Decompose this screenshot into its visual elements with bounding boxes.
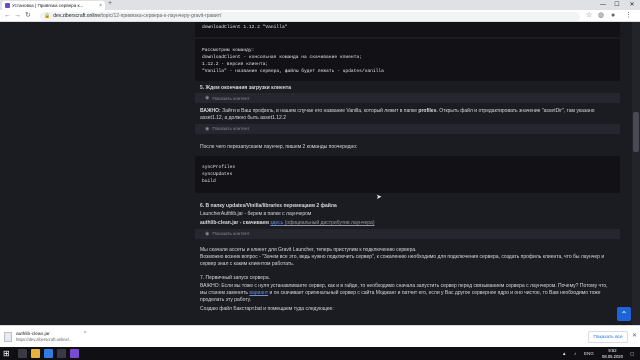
browser-tab-strip: Установка | Привязка сервера к... × + — …: [0, 0, 640, 10]
article-body: downloadClient 1.12.2 "Vanilla" Рассмотр…: [195, 22, 620, 315]
step6-heading: 6. В папку updates/Vinilla/libraries пер…: [200, 203, 337, 210]
eye-icon: ◉: [205, 95, 210, 101]
scrollbar-thumb[interactable]: [633, 112, 639, 152]
scroll-to-top-button[interactable]: ⌃: [617, 307, 631, 321]
bookmark-star-icon[interactable]: ☆: [586, 11, 592, 21]
spoiler-label: Показать контент: [212, 231, 250, 237]
important-note: ВАЖНО: Зайти в Ваш профиль, в нашем случ…: [200, 108, 595, 121]
download-shelf: authlib-clean.jar https://dev.ziberscraf…: [0, 325, 640, 347]
file-explorer-icon[interactable]: [31, 349, 40, 358]
volume-icon[interactable]: ♪: [574, 349, 576, 358]
code-line: build: [202, 179, 216, 185]
language-indicator[interactable]: ENG: [584, 349, 594, 358]
code-line: downloadClient - консольная команда на с…: [202, 55, 362, 60]
download-item[interactable]: authlib-clean.jar https://dev.ziberscraf…: [4, 329, 94, 345]
download-link[interactable]: здесь: [270, 220, 283, 226]
system-clock[interactable]: 9:52 08.05.2020: [602, 348, 623, 359]
page-scrollbar[interactable]: [632, 22, 640, 325]
close-download-shelf-icon[interactable]: ✕: [632, 332, 637, 339]
eye-icon: ◉: [205, 125, 210, 132]
code-block-1: downloadClient 1.12.2 "Vanilla": [195, 22, 620, 37]
forward-arrow-icon[interactable]: →: [14, 11, 21, 21]
web-page: downloadClient 1.12.2 "Vanilla" Рассмотр…: [0, 22, 640, 325]
file-icon: [4, 332, 12, 342]
paragraph-intro: Мы скачали ассеты и клиент для Gravit La…: [200, 246, 605, 267]
eye-icon: ◉: [205, 230, 210, 237]
new-tab-button[interactable]: +: [108, 0, 112, 7]
download-options-caret-icon[interactable]: ^: [84, 331, 86, 337]
reload-icon[interactable]: ↻: [25, 11, 31, 21]
extension-icon[interactable]: ◍: [598, 11, 604, 21]
spoiler-toggle[interactable]: ◉ Показать контент: [195, 123, 620, 134]
code-line: syncProfiles: [202, 165, 236, 171]
step5-heading: 5. Ждем окончания загрузки клиента: [200, 85, 291, 91]
notifications-icon[interactable]: ▢: [630, 349, 634, 358]
spoiler-toggle[interactable]: ◉ Показать контент: [195, 228, 620, 239]
tab-close-icon[interactable]: ×: [99, 3, 102, 9]
browser-tab[interactable]: Установка | Привязка сервера к... ×: [2, 1, 105, 10]
spoiler-label: Показать контент: [212, 95, 250, 101]
tab-title: Установка | Привязка сервера к...: [12, 3, 84, 8]
spoiler-label: Показать контент: [212, 126, 250, 132]
network-icon[interactable]: ▲: [562, 349, 566, 358]
code-block-3: syncProfiles syncUpdates build: [195, 156, 620, 194]
browser-toolbar: ← → ↻ 🔒 dev.ziberscraft.online/topic/12-…: [0, 10, 640, 22]
window-close-button[interactable]: ✕: [625, 0, 639, 10]
address-bar[interactable]: 🔒 dev.ziberscraft.online/topic/12-привяз…: [40, 11, 580, 21]
show-all-downloads-button[interactable]: Показать все: [588, 331, 628, 343]
profile-avatar-icon[interactable]: ●: [611, 11, 615, 21]
window-minimize-button[interactable]: —: [596, 0, 610, 10]
code-line: syncUpdates: [202, 172, 233, 178]
site-favicon-icon: [5, 3, 10, 8]
restart-text: После чего перезапускаем лаунчер, пишем …: [200, 143, 358, 150]
paragraph-important: ВАЖНО: Если вы тоже с нуля устанавливает…: [200, 283, 608, 303]
taskbar-app-icon[interactable]: [57, 349, 66, 358]
spoiler-toggle[interactable]: ◉ Показать контент: [195, 93, 620, 103]
search-icon[interactable]: [18, 349, 27, 358]
code-line: "Vanilla" - название сервера, файлы буде…: [202, 69, 384, 74]
code-block-2: Рассмотрим команду: downloadClient - конс…: [195, 39, 620, 81]
chrome-icon[interactable]: [44, 349, 53, 358]
browser-menu-icon[interactable]: ⋮: [625, 11, 632, 21]
clock-date: 08.05.2020: [602, 353, 623, 359]
windows-start-icon[interactable]: ⊞: [3, 349, 10, 358]
download-file-source: https://dev.ziberscraft.online/...: [16, 337, 73, 342]
mouse-cursor-icon: ➤: [376, 194, 382, 201]
taskbar-app-icon[interactable]: [70, 349, 79, 358]
code-line: 1.12.2 - версия клиента;: [202, 62, 269, 67]
code-line: downloadClient 1.12.2 "Vanilla": [202, 25, 288, 30]
variant-link[interactable]: вариант: [249, 290, 268, 296]
step7-heading: 7. Первичный запуск сервера.: [200, 275, 270, 282]
window-maximize-button[interactable]: ☐: [610, 0, 624, 10]
step6-line2: authlib-clean.jar - скачиваем здесь (офи…: [200, 220, 375, 227]
step6-line1: LauncherAuthlib.jar - берем в папке с ла…: [200, 211, 312, 218]
back-arrow-icon[interactable]: ←: [4, 11, 11, 21]
os-taskbar: ⊞ ▲ ♪ ENG 9:52 08.05.2020 ▢: [0, 347, 640, 360]
lock-icon: 🔒: [44, 13, 51, 19]
code-line: Рассмотрим команду:: [202, 48, 255, 53]
paragraph-bat: Создаю файл Бакстарт.bat и помещаем туда…: [200, 305, 334, 312]
address-url: dev.ziberscraft.online/topic/12-привязка…: [53, 13, 222, 19]
